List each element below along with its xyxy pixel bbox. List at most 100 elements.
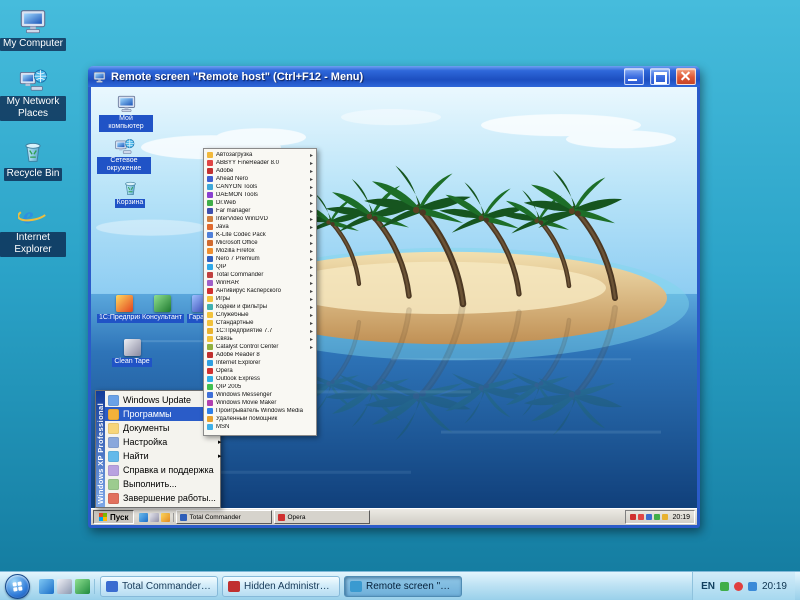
programs-menu-item[interactable]: Ahead Nero ▸	[204, 175, 316, 183]
programs-menu-item[interactable]: Связь ▸	[204, 335, 316, 343]
programs-menu-item[interactable]: Проигрыватель Windows Media ▸	[204, 407, 316, 415]
programs-menu-item[interactable]: Dr.Web ▸	[204, 199, 316, 207]
submenu-arrow-icon: ▸	[310, 336, 313, 343]
network-tray-icon[interactable]	[748, 582, 757, 591]
menu-item-label: Документы	[123, 423, 216, 433]
menu-item-label: Windows Update	[123, 395, 216, 405]
start-orb-button[interactable]	[5, 574, 30, 599]
status-tray-icon[interactable]	[734, 582, 743, 591]
menu-item-label: Завершение работы...	[123, 493, 216, 503]
program-icon	[207, 296, 213, 302]
submenu-arrow-icon: ▸	[310, 320, 313, 327]
desktop-icon-my-network-places[interactable]: My Network Places	[0, 64, 66, 121]
program-label: MSN	[216, 424, 308, 430]
programs-menu-item[interactable]: K-Lite Codec Pack ▸	[204, 231, 316, 239]
window-titlebar[interactable]: Remote screen "Remote host" (Ctrl+F12 - …	[88, 66, 700, 87]
programs-menu-item[interactable]: Mozilla Firefox ▸	[204, 247, 316, 255]
programs-menu-item[interactable]: Удаленный помощник ▸	[204, 415, 316, 423]
remote-desktop-view[interactable]: Мой компьютер Сетевое окружение Корзина …	[91, 87, 697, 525]
remote-icon-network[interactable]: Сетевое окружение	[97, 135, 151, 174]
program-label: K-Lite Codec Pack	[216, 232, 308, 238]
program-label: Проигрыватель Windows Media	[216, 408, 308, 414]
desktop-icon-my-computer[interactable]: My Computer	[0, 6, 66, 51]
antivirus-tray-icon[interactable]	[630, 514, 636, 520]
programs-menu-item[interactable]: Кодеки и фильтры ▸	[204, 303, 316, 311]
language-indicator[interactable]: EN	[701, 581, 715, 592]
programs-menu-item[interactable]: ABBYY FineReader 8.0 ▸	[204, 159, 316, 167]
programs-menu-item[interactable]: 1С:Предприятие 7.7 ▸	[204, 327, 316, 335]
desktop-icon-label: Recycle Bin	[4, 168, 63, 181]
quick-launch-outlook-icon[interactable]	[161, 513, 170, 522]
quick-launch-ie-icon[interactable]	[39, 579, 54, 594]
quick-launch-media-icon[interactable]	[75, 579, 90, 594]
remote-start-button[interactable]: Пуск	[93, 510, 134, 524]
programs-menu-item[interactable]: Автозагрузка ▸	[204, 151, 316, 159]
programs-menu-item[interactable]: Adobe Reader 8 ▸	[204, 351, 316, 359]
taskbar-button[interactable]: Remote screen "Remo...	[344, 576, 462, 597]
programs-menu-item[interactable]: Windows Movie Maker ▸	[204, 399, 316, 407]
maximize-button[interactable]	[650, 68, 670, 85]
submenu-arrow-icon: ▸	[310, 152, 313, 159]
minimize-button[interactable]	[624, 68, 644, 85]
programs-menu-item[interactable]: Opera ▸	[204, 367, 316, 375]
program-label: Автозагрузка	[216, 152, 308, 158]
programs-menu-item[interactable]: Nero 7 Premium ▸	[204, 255, 316, 263]
remote-icon-app-4[interactable]: Clean Tape	[105, 339, 159, 367]
programs-menu-item[interactable]: Стандартные ▸	[204, 319, 316, 327]
programs-menu-item[interactable]: DAEMON Tools ▸	[204, 191, 316, 199]
program-label: Opera	[216, 368, 308, 374]
start-menu-item[interactable]: Настройка ▸	[105, 435, 224, 449]
programs-menu-item[interactable]: Catalyst Control Center ▸	[204, 343, 316, 351]
remote-icon-recycle-bin[interactable]: Корзина	[103, 177, 157, 208]
desktop-icon-recycle-bin[interactable]: Recycle Bin	[0, 136, 66, 181]
programs-menu-item[interactable]: MSN ▸	[204, 423, 316, 431]
programs-menu-item[interactable]: Internet Explorer ▸	[204, 359, 316, 367]
windows-logo-icon	[12, 581, 22, 591]
submenu-arrow-icon: ▸	[310, 328, 313, 335]
submenu-arrow-icon: ▸	[310, 224, 313, 231]
remote-task-button[interactable]: Opera	[274, 510, 370, 524]
programs-menu-item[interactable]: CANYON Tools ▸	[204, 183, 316, 191]
programs-menu-item[interactable]: Антивирус Касперского ▸	[204, 287, 316, 295]
programs-menu-item[interactable]: Игры ▸	[204, 295, 316, 303]
menu-item-icon	[108, 437, 119, 448]
shield-tray-icon[interactable]	[720, 582, 729, 591]
taskbar-button[interactable]: Hidden Administrator (...	[222, 576, 340, 597]
quick-launch-ie-icon[interactable]	[139, 513, 148, 522]
program-icon	[207, 176, 213, 182]
remote-task-button[interactable]: Total Commander	[176, 510, 272, 524]
my-computer-icon	[116, 93, 137, 114]
volume-tray-icon[interactable]	[654, 514, 660, 520]
program-label: Dr.Web	[216, 200, 308, 206]
network-tray-icon[interactable]	[646, 514, 652, 520]
programs-menu-item[interactable]: Total Commander ▸	[204, 271, 316, 279]
task-button-icon	[278, 514, 285, 521]
program-icon	[207, 360, 213, 366]
start-menu-item[interactable]: Справка и поддержка ▸	[105, 463, 224, 477]
programs-menu-item[interactable]: Adobe ▸	[204, 167, 316, 175]
quick-launch-desktop-icon[interactable]	[150, 513, 159, 522]
programs-menu-item[interactable]: Microsoft Office ▸	[204, 239, 316, 247]
programs-menu-item[interactable]: Outlook Express ▸	[204, 375, 316, 383]
programs-menu-item[interactable]: Java ▸	[204, 223, 316, 231]
programs-menu-item[interactable]: Far manager ▸	[204, 207, 316, 215]
kaspersky-tray-icon[interactable]	[638, 514, 644, 520]
program-label: 1С:Предприятие 7.7	[216, 328, 308, 334]
programs-menu-item[interactable]: WinRAR ▸	[204, 279, 316, 287]
desktop-icon-internet-explorer[interactable]: Internet Explorer	[0, 200, 66, 257]
programs-menu-item[interactable]: Служебные ▸	[204, 311, 316, 319]
programs-menu-item[interactable]: QIP 2005 ▸	[204, 383, 316, 391]
programs-menu-item[interactable]: QIP ▸	[204, 263, 316, 271]
remote-icon-my-computer[interactable]: Мой компьютер	[99, 93, 153, 132]
programs-menu-item[interactable]: Windows Messenger ▸	[204, 391, 316, 399]
programs-menu-item[interactable]: InterVideo WinDVD ▸	[204, 215, 316, 223]
quick-launch-desktop-icon[interactable]	[57, 579, 72, 594]
start-menu-item[interactable]: Найти ▸	[105, 449, 224, 463]
start-menu-item[interactable]: Завершение работы... ▸	[105, 491, 224, 505]
submenu-arrow-icon: ▸	[310, 256, 313, 263]
taskbar-button[interactable]: Total Commander 6.5...	[100, 576, 218, 597]
submenu-arrow-icon: ▸	[310, 304, 313, 311]
close-button[interactable]	[676, 68, 696, 85]
scheduler-tray-icon[interactable]	[662, 514, 668, 520]
start-menu-item[interactable]: Выполнить... ▸	[105, 477, 224, 491]
